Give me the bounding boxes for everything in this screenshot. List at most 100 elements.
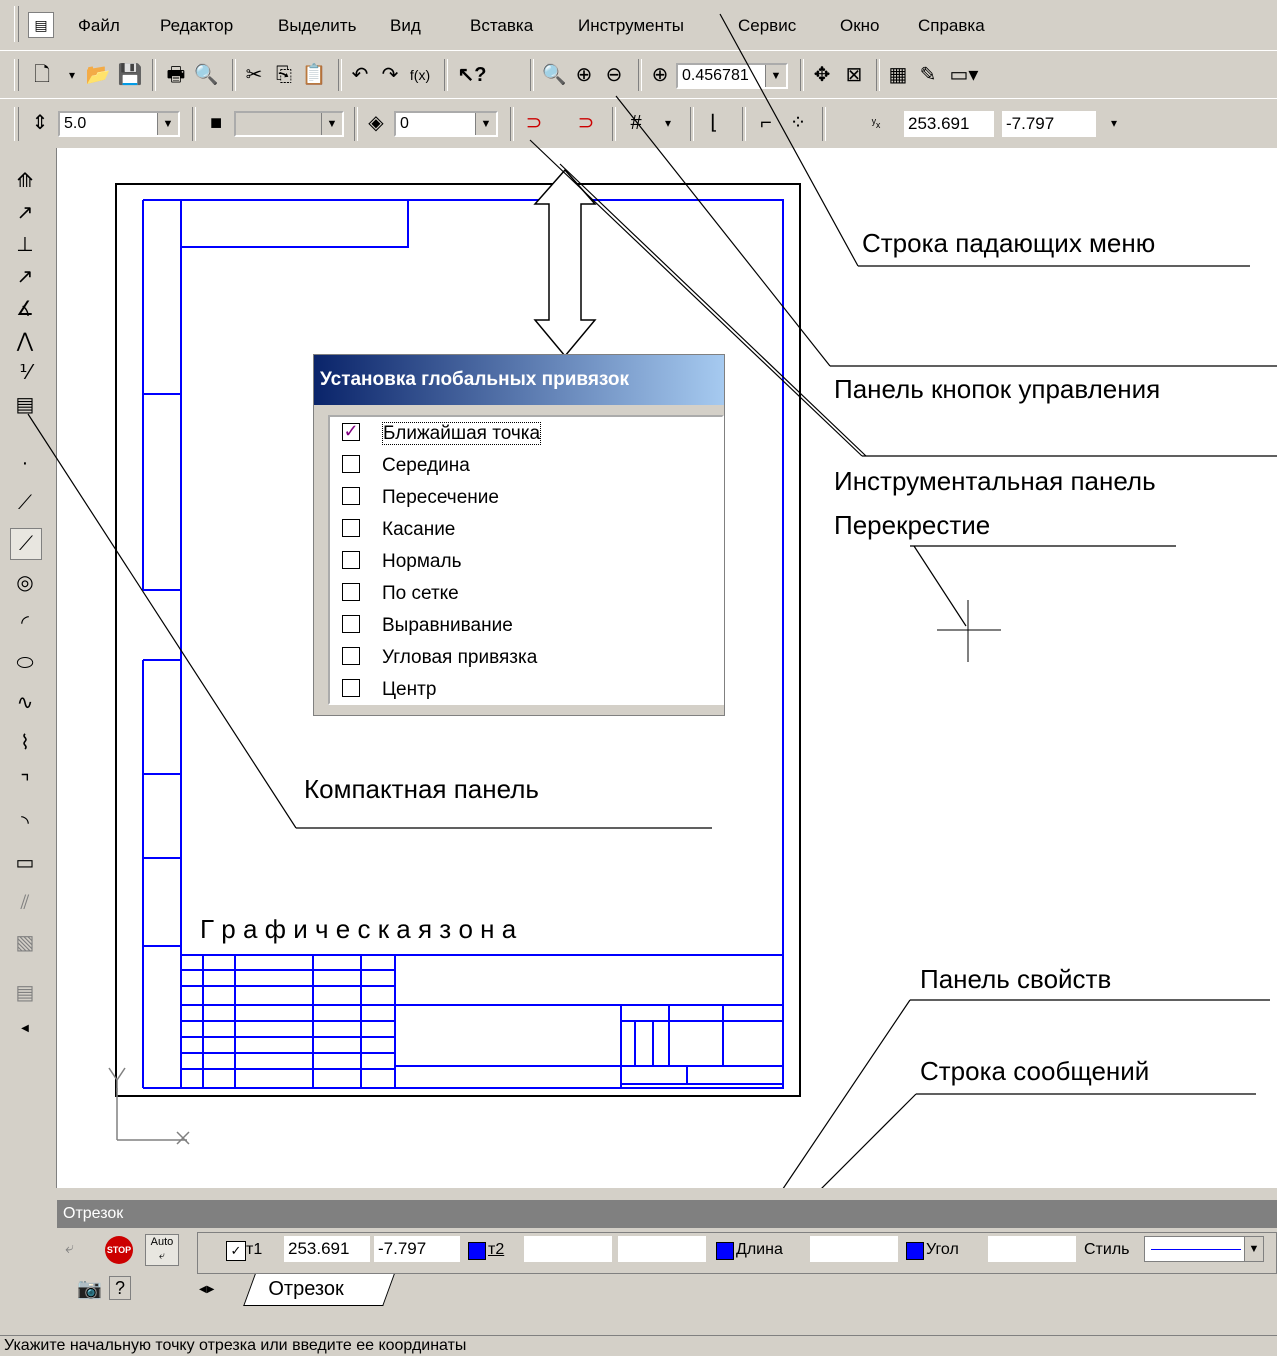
menu-grip[interactable] [14, 6, 19, 42]
open-folder-icon[interactable]: 📂 [84, 61, 112, 89]
edit-tab-icon[interactable]: ↗ [10, 262, 40, 292]
menu-select[interactable]: Выделить [278, 16, 356, 36]
circle-icon[interactable]: ◎ [10, 568, 40, 598]
print-icon[interactable]: 🖶 [162, 61, 190, 89]
checkbox-checked-icon[interactable]: ✓ [342, 422, 360, 441]
menu-file[interactable]: Файл [78, 16, 120, 36]
document-icon[interactable]: ▤ [28, 12, 54, 38]
show-all-icon[interactable]: ⊠ [840, 61, 868, 89]
menu-help[interactable]: Справка [918, 16, 985, 36]
layer-combo[interactable]: 0 ▼ [394, 111, 498, 137]
coord-x-field[interactable]: 253.691 [904, 111, 994, 137]
redraw-icon[interactable]: ✎ [914, 61, 942, 89]
t2-x-field[interactable] [524, 1236, 612, 1262]
snap-nearest-point[interactable]: ✓ Ближайшая точка [342, 419, 542, 449]
chevron-down-icon[interactable]: ▼ [321, 113, 342, 135]
point-icon[interactable]: · [10, 448, 40, 478]
new-document-icon[interactable]: 🗋 [28, 61, 56, 89]
zoom-combo[interactable]: 0.456781 ▼ [676, 63, 788, 89]
snap-alignment[interactable]: Выравнивание [342, 611, 513, 641]
symbols-tab-icon[interactable]: ⊥ [10, 230, 40, 260]
t2-state-icon[interactable] [468, 1242, 486, 1260]
style-icon[interactable]: ■ [202, 109, 230, 137]
layer-icon[interactable]: ◈ [362, 109, 390, 137]
step-combo[interactable]: 5.0 ▼ [58, 111, 180, 137]
checkbox-icon[interactable] [342, 614, 360, 633]
view-manager-icon[interactable]: ▭▾ [944, 61, 984, 89]
macro-icon[interactable]: ▤ [10, 978, 40, 1008]
snap-angular[interactable]: Угловая привязка [342, 643, 537, 673]
menu-service[interactable]: Сервис [738, 16, 796, 36]
properties-icon[interactable]: ▦ [884, 61, 912, 89]
enter-object-icon[interactable]: ⤶ [65, 1240, 74, 1258]
checkbox-icon[interactable] [342, 678, 360, 697]
chamfer-icon[interactable]: ⌝ [10, 768, 40, 798]
arc-icon[interactable]: ◜ [10, 608, 40, 638]
length-field[interactable] [810, 1236, 898, 1262]
save-icon[interactable]: 💾 [116, 61, 144, 89]
chevron-down-icon[interactable]: ▼ [1244, 1237, 1263, 1261]
snap-normal[interactable]: Нормаль [342, 547, 461, 577]
help-icon[interactable]: ? [109, 1276, 131, 1300]
spec-tab-icon[interactable]: ▤ [10, 390, 40, 420]
t1-checkbox-icon[interactable]: ✓ [226, 1241, 246, 1261]
zoom-scale-icon[interactable]: ⊕ [646, 61, 674, 89]
parametrization-tab-icon[interactable]: ∡ [10, 294, 40, 324]
pan-icon[interactable]: ✥ [808, 61, 836, 89]
camera-icon[interactable]: 📷 [77, 1276, 102, 1301]
menu-tools[interactable]: Инструменты [578, 16, 684, 36]
tab-segment[interactable]: Отрезок [243, 1274, 395, 1306]
auto-create-button[interactable]: Auto ⤶ [145, 1234, 179, 1266]
checkbox-icon[interactable] [342, 646, 360, 665]
hatch-icon[interactable]: ⫽ [10, 888, 40, 918]
function-icon[interactable]: f(x) [406, 61, 434, 89]
zoom-out-icon[interactable]: ⊖ [600, 61, 628, 89]
snap-intersection[interactable]: Пересечение [342, 483, 499, 513]
rectangle-icon[interactable]: ▭ [10, 848, 40, 878]
grid-icon[interactable]: # [622, 109, 650, 137]
auxiliary-line-icon[interactable]: ⟋ [10, 488, 40, 518]
menu-view[interactable]: Вид [390, 16, 421, 36]
line-style-combo[interactable]: ▼ [1144, 1236, 1264, 1262]
local-snap-magnet-icon[interactable]: ⊃ [520, 109, 548, 137]
scroll-left-icon[interactable]: ◀ [10, 1014, 40, 1044]
new-dropdown-icon[interactable]: ▾ [58, 61, 86, 89]
local-coordinates-icon[interactable]: ⌊ [700, 109, 728, 137]
context-help-icon[interactable]: ↖? [452, 61, 492, 89]
zoom-in-icon[interactable]: ⊕ [570, 61, 598, 89]
chevron-down-icon[interactable]: ▼ [765, 65, 786, 87]
snap-tangent[interactable]: Касание [342, 515, 455, 545]
grid-dropdown-icon[interactable]: ▾ [654, 109, 682, 137]
toolbar-grip[interactable] [14, 107, 19, 141]
tab-scroll-arrows[interactable]: ◀▶ [199, 1280, 239, 1300]
checkbox-icon[interactable] [342, 518, 360, 537]
toolbar-grip[interactable] [14, 59, 19, 91]
print-preview-icon[interactable]: 🔍 [192, 61, 220, 89]
menu-insert[interactable]: Вставка [470, 16, 533, 36]
chevron-down-icon[interactable]: ▼ [157, 113, 178, 135]
paste-icon[interactable]: 📋 [300, 61, 328, 89]
angle-state-icon[interactable] [906, 1242, 924, 1260]
step-icon[interactable]: ⇕ [26, 109, 54, 137]
snap-center[interactable]: Центр [342, 675, 436, 705]
fill-icon[interactable]: ▧ [10, 928, 40, 958]
coord-y-field[interactable]: -7.797 [1002, 111, 1096, 137]
menu-editor[interactable]: Редактор [160, 16, 233, 36]
length-state-icon[interactable] [716, 1242, 734, 1260]
checkbox-icon[interactable] [342, 582, 360, 601]
coord-dropdown-icon[interactable]: ▾ [1100, 109, 1128, 137]
snap-grid[interactable]: По сетке [342, 579, 459, 609]
ellipse-icon[interactable]: ⬭ [10, 648, 40, 678]
measure-tab-icon[interactable]: ⋀ [10, 326, 40, 356]
checkbox-icon[interactable] [342, 550, 360, 569]
style-combo[interactable]: ▼ [234, 111, 344, 137]
dimensions-tab-icon[interactable]: ↗ [10, 198, 40, 228]
global-snap-magnet-icon[interactable]: ⊃ [572, 109, 600, 137]
undo-icon[interactable]: ↶ [346, 61, 374, 89]
cut-icon[interactable]: ✂ [240, 61, 268, 89]
stop-icon[interactable]: STOP [105, 1236, 133, 1264]
t1-x-field[interactable]: 253.691 [284, 1236, 370, 1262]
t2-y-field[interactable] [618, 1236, 706, 1262]
checkbox-icon[interactable] [342, 486, 360, 505]
zoom-window-icon[interactable]: 🔍 [540, 61, 568, 89]
